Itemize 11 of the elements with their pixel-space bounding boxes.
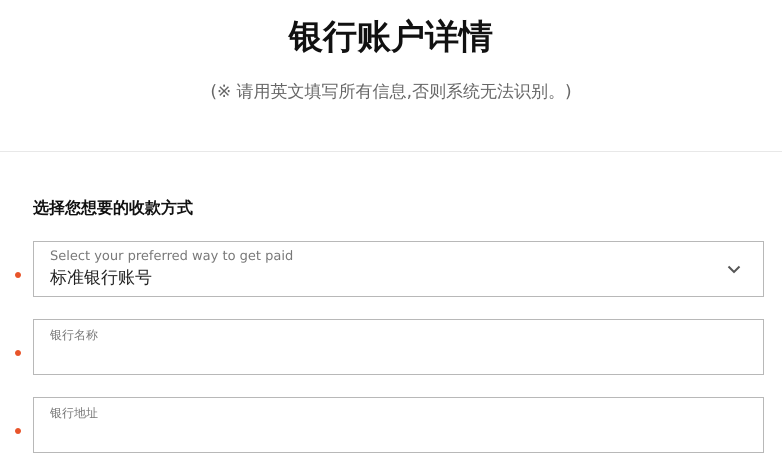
field-label: 银行名称 [50, 327, 98, 344]
input-field[interactable]: 银行地址 [33, 397, 764, 453]
input-field[interactable]: 银行名称 [33, 319, 764, 375]
chevron-down-icon [727, 264, 741, 274]
page-title: 银行账户详情 [289, 16, 493, 59]
instruction-note: (※ 请用英文填写所有信息,否则系统无法识别。) [210, 81, 572, 103]
field-value: 标准银行账号 [50, 267, 153, 289]
field-label: 银行地址 [50, 405, 98, 422]
section-heading: 选择您想要的收款方式 [33, 198, 194, 219]
field-label: Select your preferred way to get paid [50, 249, 294, 264]
payment-method-dropdown[interactable]: Select your preferred way to get paid 标准银行账号 [33, 241, 764, 297]
